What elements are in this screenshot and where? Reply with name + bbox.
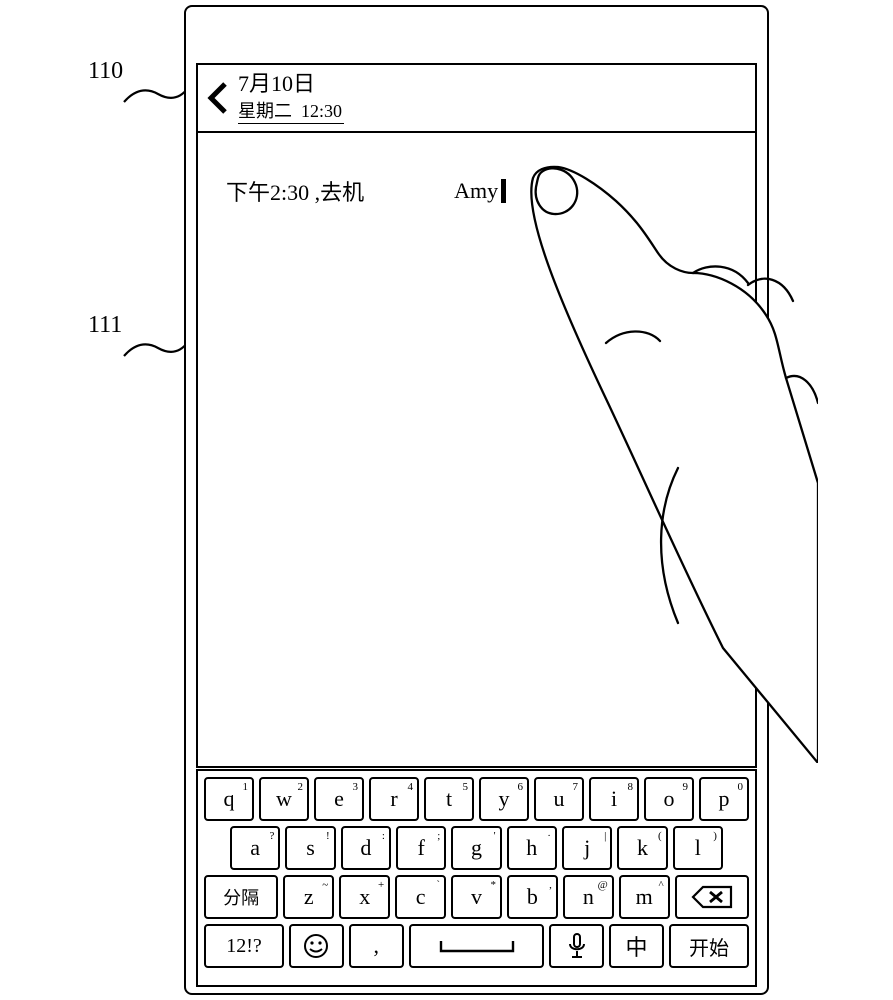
keyboard-row-2: a? s! d: f; g' h· j| k( l) xyxy=(204,826,749,870)
key-u[interactable]: u7 xyxy=(534,777,584,821)
key-separator[interactable]: 分隔 xyxy=(204,875,278,919)
on-screen-keyboard: q1 w2 e3 r4 t5 y6 u7 i8 o9 p0 a? s! d: f… xyxy=(196,769,757,987)
key-s[interactable]: s! xyxy=(285,826,335,870)
header-date: 7月10日 xyxy=(238,72,344,96)
key-start[interactable]: 开始 xyxy=(669,924,749,968)
key-g[interactable]: g' xyxy=(451,826,501,870)
key-comma[interactable]: , xyxy=(349,924,404,968)
key-y[interactable]: y6 xyxy=(479,777,529,821)
microphone-icon xyxy=(567,932,587,960)
key-b[interactable]: b, xyxy=(507,875,558,919)
keyboard-row-1: q1 w2 e3 r4 t5 y6 u7 i8 o9 p0 xyxy=(204,777,749,821)
keyboard-row-4: 12!? , xyxy=(204,924,749,968)
key-z[interactable]: z~ xyxy=(283,875,334,919)
key-k[interactable]: k( xyxy=(617,826,667,870)
entered-text: 下午2:30 ,去机 Amy xyxy=(226,175,506,207)
header-date-block: 7月10日 星期二 12:30 xyxy=(238,72,344,123)
key-j[interactable]: j| xyxy=(562,826,612,870)
key-h[interactable]: h· xyxy=(507,826,557,870)
key-backspace[interactable] xyxy=(675,875,749,919)
key-language[interactable]: 中 xyxy=(609,924,664,968)
key-symbols[interactable]: 12!? xyxy=(204,924,284,968)
smiley-icon xyxy=(303,933,329,959)
key-w[interactable]: w2 xyxy=(259,777,309,821)
key-d[interactable]: d: xyxy=(341,826,391,870)
header-bar: 7月10日 星期二 12:30 xyxy=(196,63,757,133)
key-c[interactable]: c` xyxy=(395,875,446,919)
backspace-icon xyxy=(691,885,733,909)
key-r[interactable]: r4 xyxy=(369,777,419,821)
text-cursor xyxy=(501,179,506,203)
key-n[interactable]: n@ xyxy=(563,875,614,919)
key-x[interactable]: x+ xyxy=(339,875,390,919)
key-space[interactable] xyxy=(409,924,545,968)
key-t[interactable]: t5 xyxy=(424,777,474,821)
key-v[interactable]: v* xyxy=(451,875,502,919)
key-f[interactable]: f; xyxy=(396,826,446,870)
hand-illustration xyxy=(348,123,818,763)
key-q[interactable]: q1 xyxy=(204,777,254,821)
key-emoji[interactable] xyxy=(289,924,344,968)
keyboard-row-3: 分隔 z~ x+ c` v* b, n@ m^ xyxy=(204,875,749,919)
text-input-area[interactable]: 下午2:30 ,去机 Amy xyxy=(196,133,757,768)
key-l[interactable]: l) xyxy=(673,826,723,870)
key-p[interactable]: p0 xyxy=(699,777,749,821)
device-frame: 7月10日 星期二 12:30 下午2:30 ,去机 Amy xyxy=(184,5,769,995)
key-i[interactable]: i8 xyxy=(589,777,639,821)
callout-111: 111 xyxy=(88,312,122,339)
header-daytime: 星期二 12:30 xyxy=(238,97,344,124)
key-a[interactable]: a? xyxy=(230,826,280,870)
space-icon xyxy=(437,937,517,955)
callout-110: 110 xyxy=(88,58,123,85)
key-voice[interactable] xyxy=(549,924,604,968)
key-m[interactable]: m^ xyxy=(619,875,670,919)
key-e[interactable]: e3 xyxy=(314,777,364,821)
key-o[interactable]: o9 xyxy=(644,777,694,821)
back-icon[interactable] xyxy=(198,81,238,115)
